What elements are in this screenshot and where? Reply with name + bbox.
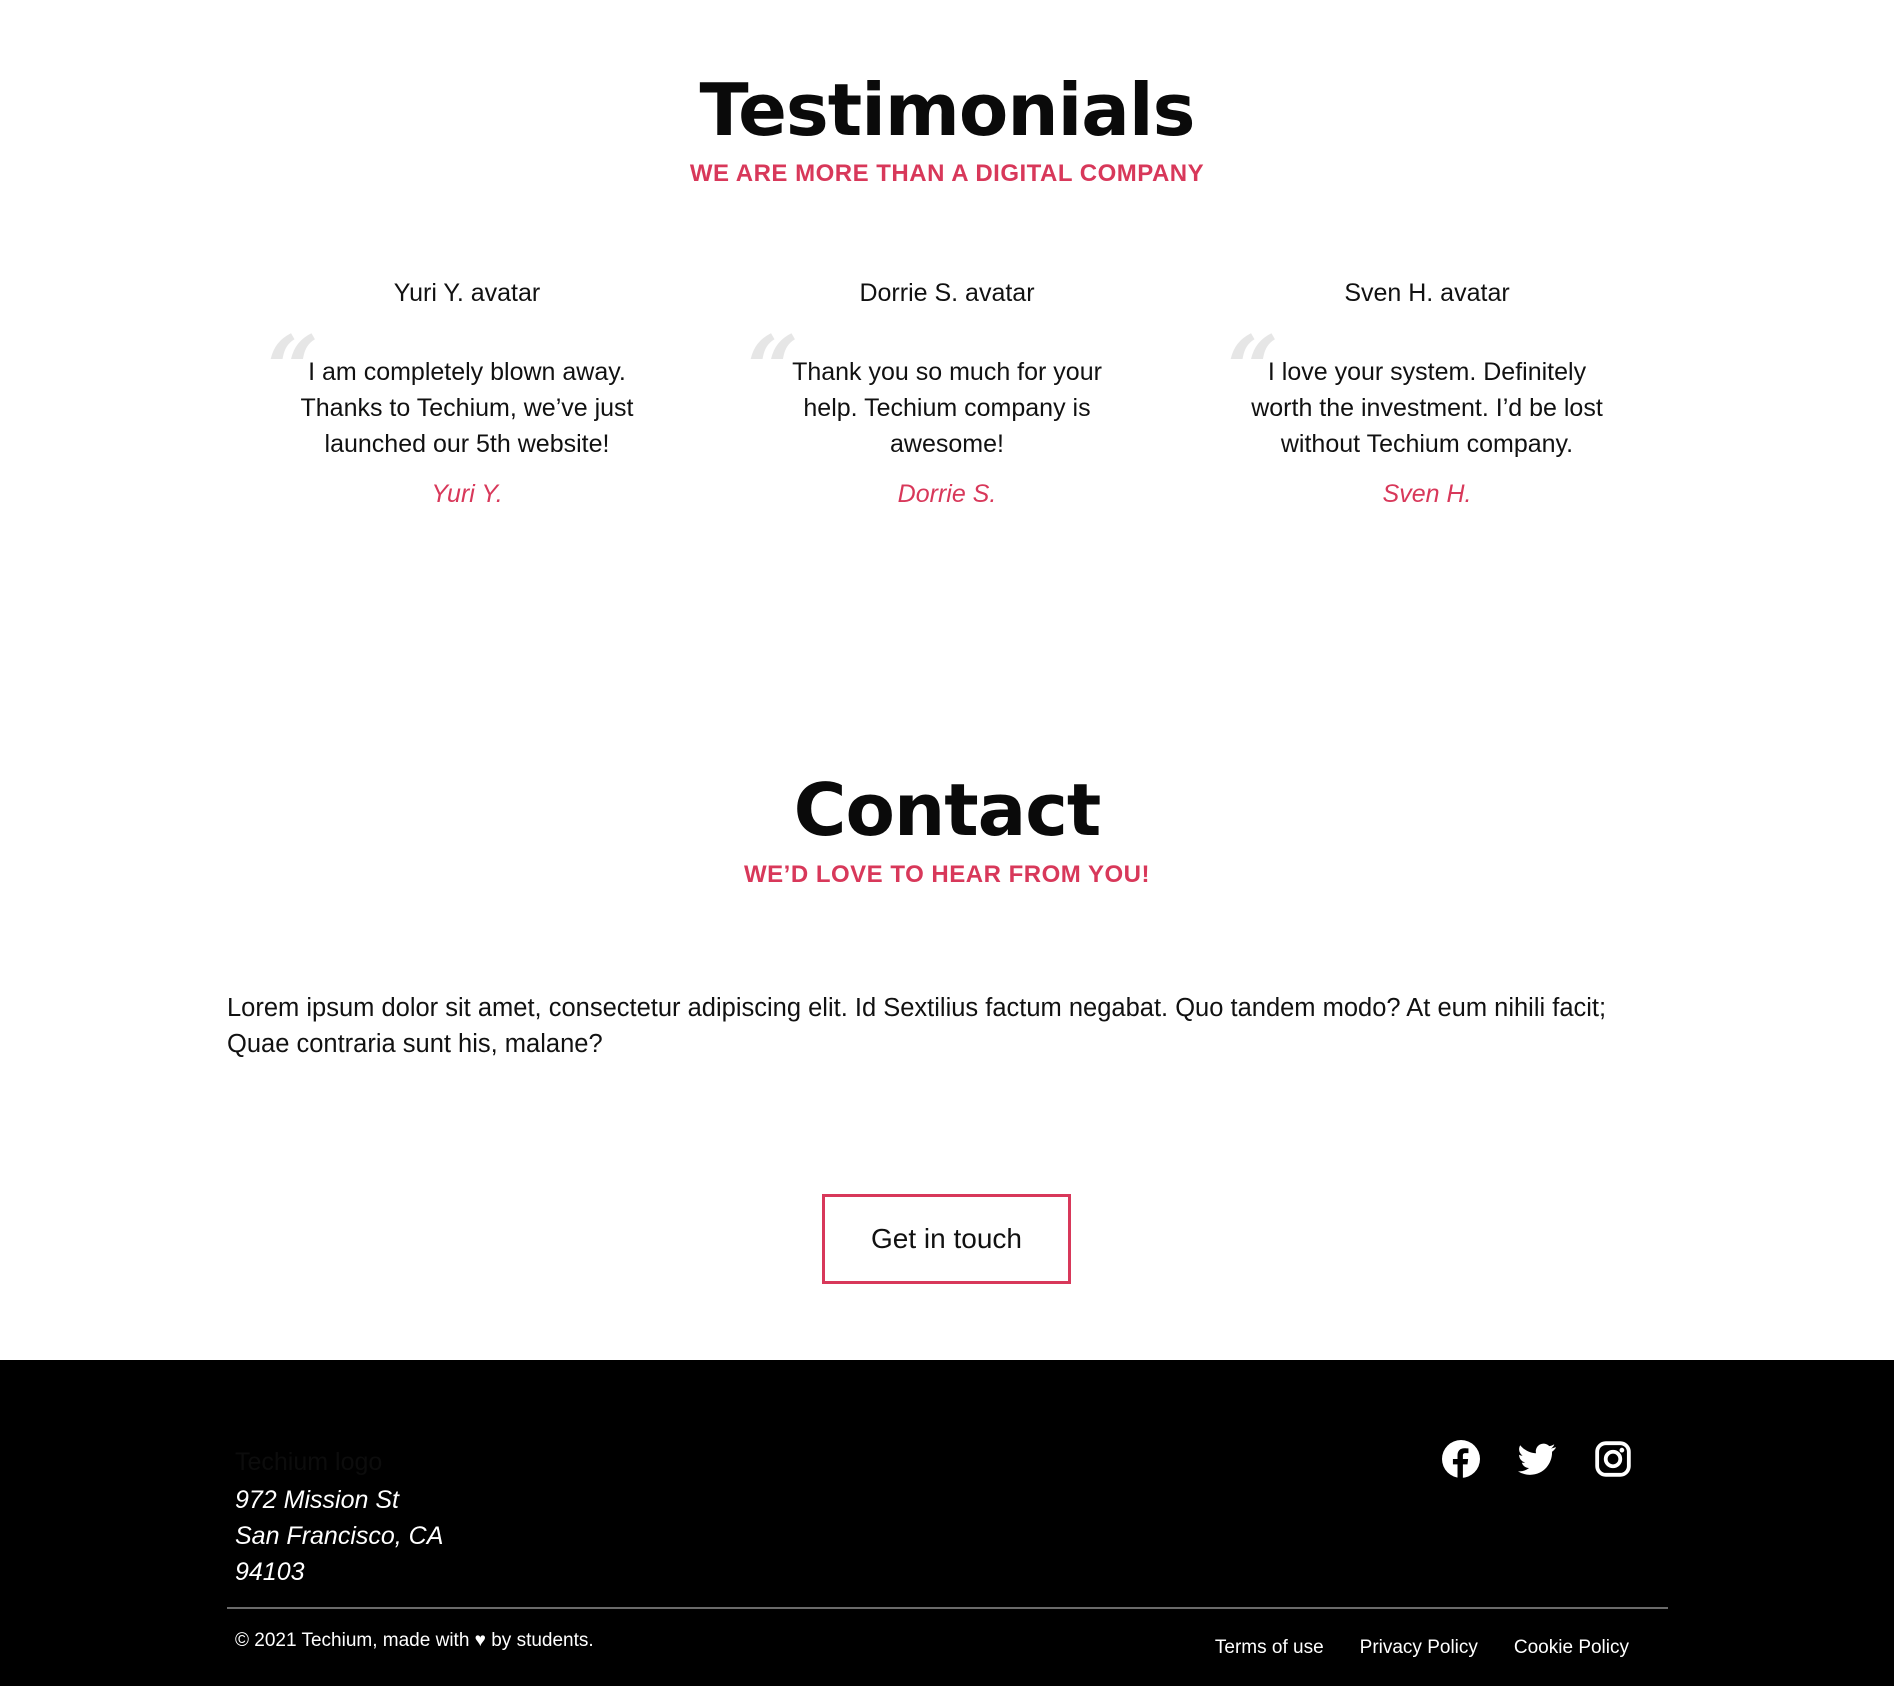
social-links bbox=[1442, 1440, 1632, 1478]
get-in-touch-button[interactable]: Get in touch bbox=[822, 1194, 1071, 1284]
testimonial-quote: I am completely blown away. Thanks to Te… bbox=[300, 358, 634, 458]
avatar: Sven H. avatar bbox=[1344, 279, 1510, 307]
address-line-street: 972 Mission St bbox=[235, 1486, 399, 1514]
footer-logo[interactable]: Techium logo bbox=[235, 1448, 382, 1477]
testimonial-card: Dorrie S. avatar “ Thank you so much for… bbox=[707, 270, 1187, 512]
cookie-policy-link[interactable]: Cookie Policy bbox=[1514, 1637, 1629, 1659]
instagram-icon[interactable] bbox=[1594, 1440, 1632, 1478]
contact-title: Contact bbox=[793, 768, 1102, 852]
address-line-zip: 94103 bbox=[235, 1558, 305, 1586]
legal-links: Terms of use Privacy Policy Cookie Polic… bbox=[1215, 1637, 1629, 1659]
footer-divider bbox=[227, 1607, 1668, 1609]
facebook-icon[interactable] bbox=[1442, 1440, 1480, 1478]
address: 972 Mission St San Francisco, CA 94103 bbox=[235, 1482, 443, 1590]
testimonial-author: Sven H. bbox=[1382, 480, 1472, 508]
terms-of-use-link[interactable]: Terms of use bbox=[1215, 1637, 1324, 1659]
copyright: © 2021 Techium, made with ♥ by students. bbox=[235, 1630, 594, 1651]
contact-subtitle: WE’D LOVE TO HEAR FROM YOU! bbox=[744, 861, 1150, 888]
twitter-icon[interactable] bbox=[1518, 1440, 1556, 1478]
testimonials-title: Testimonials bbox=[699, 68, 1196, 152]
footer: Techium logo 972 Mission St San Francisc… bbox=[0, 1360, 1894, 1686]
testimonial-card: Yuri Y. avatar “ I am completely blown a… bbox=[227, 270, 707, 512]
testimonial-author: Dorrie S. bbox=[897, 480, 997, 508]
address-line-city: San Francisco, CA bbox=[235, 1522, 444, 1550]
testimonial-author: Yuri Y. bbox=[431, 480, 503, 508]
contact-description: Lorem ipsum dolor sit amet, consectetur … bbox=[227, 994, 1607, 1058]
testimonial-card: Sven H. avatar “ I love your system. Def… bbox=[1187, 270, 1667, 512]
testimonial-quote: Thank you so much for your help. Techium… bbox=[792, 358, 1102, 458]
testimonial-quote: I love your system. Definitely worth the… bbox=[1251, 358, 1603, 458]
avatar: Dorrie S. avatar bbox=[859, 279, 1035, 307]
privacy-policy-link[interactable]: Privacy Policy bbox=[1360, 1637, 1478, 1659]
testimonials-subtitle: WE ARE MORE THAN A DIGITAL COMPANY bbox=[689, 160, 1205, 187]
avatar: Yuri Y. avatar bbox=[393, 279, 541, 307]
